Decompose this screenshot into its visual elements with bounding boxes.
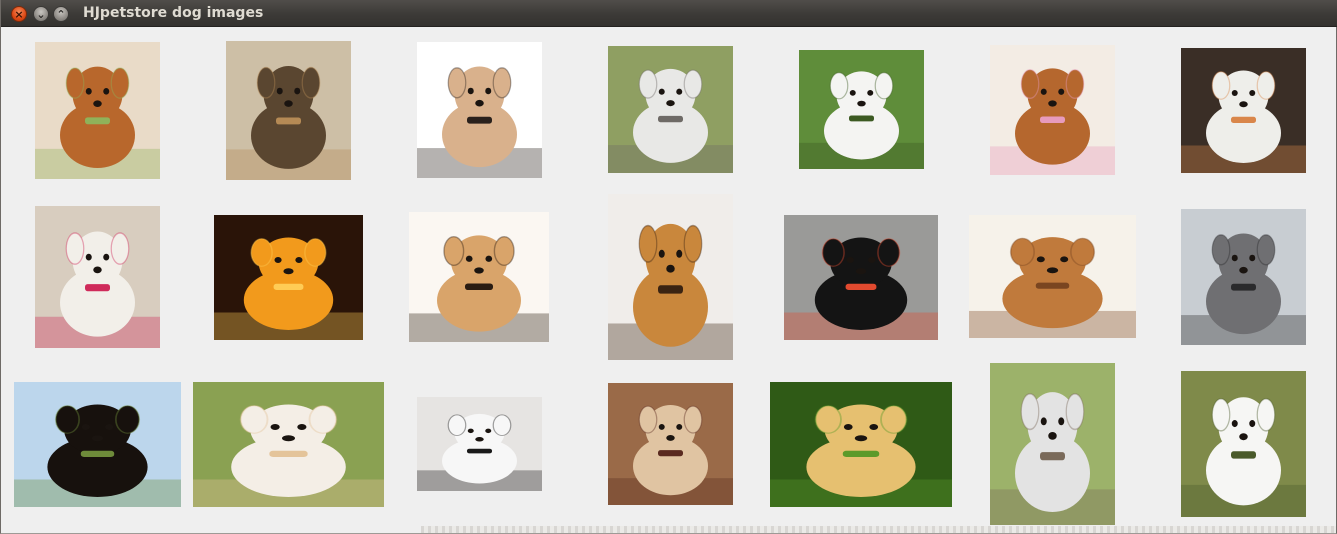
bottom-edge-strip: [421, 526, 1336, 533]
dog-image-thumbnail[interactable]: maltese in red shirt: [35, 206, 160, 348]
dog-image-thumbnail[interactable]: two fluffy puppies nose to nose: [193, 382, 384, 507]
dog-photo: [214, 215, 363, 340]
dog-image-thumbnail[interactable]: caucasian shepherd in snow: [1181, 209, 1306, 345]
dog-photo: [969, 215, 1136, 338]
dog-photo: [1181, 209, 1306, 345]
dog-image-thumbnail[interactable]: siberian husky in grass: [608, 46, 733, 173]
dog-photo: [990, 45, 1115, 175]
dog-photo: [770, 382, 952, 507]
dog-photo: [409, 212, 549, 342]
dog-image-thumbnail[interactable]: two dalmatian puppies: [417, 397, 542, 491]
dog-image-thumbnail[interactable]: husky on wooden deck: [990, 363, 1115, 525]
minimize-window-button[interactable]: ⌄: [33, 6, 49, 22]
dog-image-thumbnail[interactable]: red poodle with pink bandana: [990, 45, 1115, 175]
dog-image-thumbnail[interactable]: pug puppy on white: [417, 42, 542, 178]
window-title: HJpetstore dog images: [83, 5, 264, 21]
dog-photo: [608, 383, 733, 505]
dog-photo: [990, 363, 1115, 525]
dog-photo: [35, 206, 160, 348]
dog-image-thumbnail[interactable]: white puppy lying on rug: [1181, 48, 1306, 173]
dog-photo: [193, 382, 384, 507]
dog-image-thumbnail[interactable]: wrinkled shar-pei puppy: [969, 215, 1136, 338]
dog-image-thumbnail[interactable]: black dog carrying red bag on street: [784, 215, 938, 340]
dog-photo: [608, 194, 733, 360]
dog-image-thumbnail[interactable]: two golden puppies on grass: [770, 382, 952, 507]
dog-image-thumbnail[interactable]: yorkshire terrier with topknot: [226, 41, 351, 180]
dog-image-thumbnail[interactable]: brown toy poodle with bows: [35, 42, 160, 179]
dog-image-thumbnail[interactable]: sleeping yellow puppy: [608, 194, 733, 360]
close-window-button[interactable]: ×: [11, 6, 27, 22]
dog-photo: [1181, 48, 1306, 173]
dog-photo: [799, 50, 924, 169]
dog-photo: [1181, 371, 1306, 517]
app-window: × ⌄ ⌃ HJpetstore dog images brown toy po…: [0, 0, 1337, 534]
title-bar[interactable]: × ⌄ ⌃ HJpetstore dog images: [1, 0, 1337, 27]
dog-photo: [608, 46, 733, 173]
dog-image-thumbnail[interactable]: two orange pomeranians: [214, 215, 363, 340]
dog-image-thumbnail[interactable]: white spitz in garden: [799, 50, 924, 169]
dog-photo: [417, 397, 542, 491]
dog-photo: [226, 41, 351, 180]
dog-photo: [14, 382, 181, 507]
dog-image-thumbnail[interactable]: white samoyed on grass: [1181, 371, 1306, 517]
image-gallery: brown toy poodle with bows yorkshire terr…: [1, 27, 1336, 533]
dog-image-thumbnail[interactable]: brown teddy poodle with bandana: [608, 383, 733, 505]
dog-photo: [35, 42, 160, 179]
dog-photo: [784, 215, 938, 340]
dog-photo: [417, 42, 542, 178]
dog-image-thumbnail[interactable]: rottweiler sitting on grass: [14, 382, 181, 507]
dog-image-thumbnail[interactable]: golden retriever wearing glasses: [409, 212, 549, 342]
maximize-window-button[interactable]: ⌃: [53, 6, 69, 22]
